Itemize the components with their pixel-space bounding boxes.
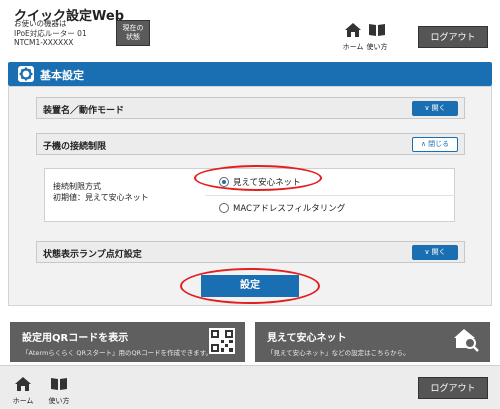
book-icon <box>51 378 67 390</box>
accordion-child-restrict[interactable]: 子機の接続制限 ∧ 閉じる <box>36 133 465 155</box>
mieru-banner-sub: 「見えて安心ネット」などの設定はこちらから。 <box>267 349 410 357</box>
house-magnifier-icon <box>454 328 480 354</box>
footer: ホーム 使い方 ログアウト <box>0 365 500 409</box>
home-icon <box>345 23 361 37</box>
mieru-banner-title: 見えて安心ネット <box>267 333 347 344</box>
footer-home-label: ホーム <box>12 397 34 405</box>
footer-help-button[interactable]: 使い方 <box>48 376 70 406</box>
home-button[interactable]: ホーム <box>342 22 364 52</box>
radio-button-mieru[interactable] <box>219 177 229 187</box>
qr-banner-title: 設定用QRコードを表示 <box>22 333 129 344</box>
footer-home-button[interactable]: ホーム <box>12 376 34 406</box>
radio-label-mieru: 見えて安心ネット <box>233 178 301 188</box>
qr-banner[interactable]: 設定用QRコードを表示 「Atermらくらく QRスタート」用のQRコードを作成… <box>10 322 245 362</box>
accordion-label-lamp-setting: 状態表示ランプ点灯設定 <box>43 250 142 260</box>
status-line-2: 状態 <box>126 33 140 41</box>
section-title: 基本設定 <box>40 69 84 82</box>
device-line-2: IPoE対応ルーター 01 <box>14 28 87 38</box>
footer-logout-button[interactable]: ログアウト <box>418 377 488 399</box>
accordion-label-device-mode: 装置名／動作モード <box>43 106 125 116</box>
radio-button-mac[interactable] <box>219 203 229 213</box>
qr-code-icon <box>209 328 235 354</box>
set-button[interactable]: 設定 <box>201 275 299 297</box>
home-label: ホーム <box>342 43 364 51</box>
chevron-down-icon: ∨ <box>424 248 430 256</box>
divider <box>205 195 455 196</box>
radio-label-mac: MACアドレスフィルタリング <box>233 204 346 214</box>
device-info: お使いの機器は IPoE対応ルーター 01 NTCM1-XXXXXX <box>14 19 87 48</box>
status-line-1: 現在の <box>122 24 144 32</box>
accordion-device-mode[interactable]: 装置名／動作モード ∨ 開く <box>36 97 465 119</box>
qr-banner-sub: 「Atermらくらく QRスタート」用のQRコードを作成できます。 <box>22 349 212 357</box>
logout-button[interactable]: ログアウト <box>418 26 488 48</box>
chevron-up-icon: ∧ <box>420 140 426 148</box>
open-button-device-mode[interactable]: ∨ 開く <box>412 101 458 116</box>
help-label: 使い方 <box>366 43 388 51</box>
mieru-banner[interactable]: 見えて安心ネット 「見えて安心ネット」などの設定はこちらから。 <box>255 322 490 362</box>
restrict-method-label: 接続制限方式 初期値：見えて安心ネット <box>53 182 149 202</box>
help-button[interactable]: 使い方 <box>366 22 388 52</box>
restrict-method-box: 接続制限方式 初期値：見えて安心ネット 見えて安心ネット MACアドレスフィルタ… <box>44 168 455 222</box>
open-button-lamp-setting[interactable]: ∨ 開く <box>412 245 458 260</box>
home-icon <box>15 377 31 391</box>
close-button-child-restrict[interactable]: ∧ 閉じる <box>412 137 458 152</box>
device-line-3: NTCM1-XXXXXX <box>14 38 74 47</box>
accordion-lamp-setting[interactable]: 状態表示ランプ点灯設定 ∨ 開く <box>36 241 465 263</box>
chevron-down-icon: ∨ <box>424 104 430 112</box>
current-status-button[interactable]: 現在の 状態 <box>116 20 150 46</box>
header: クイック設定Web お使いの機器は IPoE対応ルーター 01 NTCM1-XX… <box>0 0 500 56</box>
device-line-1: お使いの機器は <box>14 19 67 28</box>
gear-icon <box>18 66 34 82</box>
section-header: 基本設定 <box>8 62 492 86</box>
accordion-label-child-restrict: 子機の接続制限 <box>43 142 107 152</box>
footer-help-label: 使い方 <box>48 397 70 405</box>
book-icon <box>369 24 385 36</box>
